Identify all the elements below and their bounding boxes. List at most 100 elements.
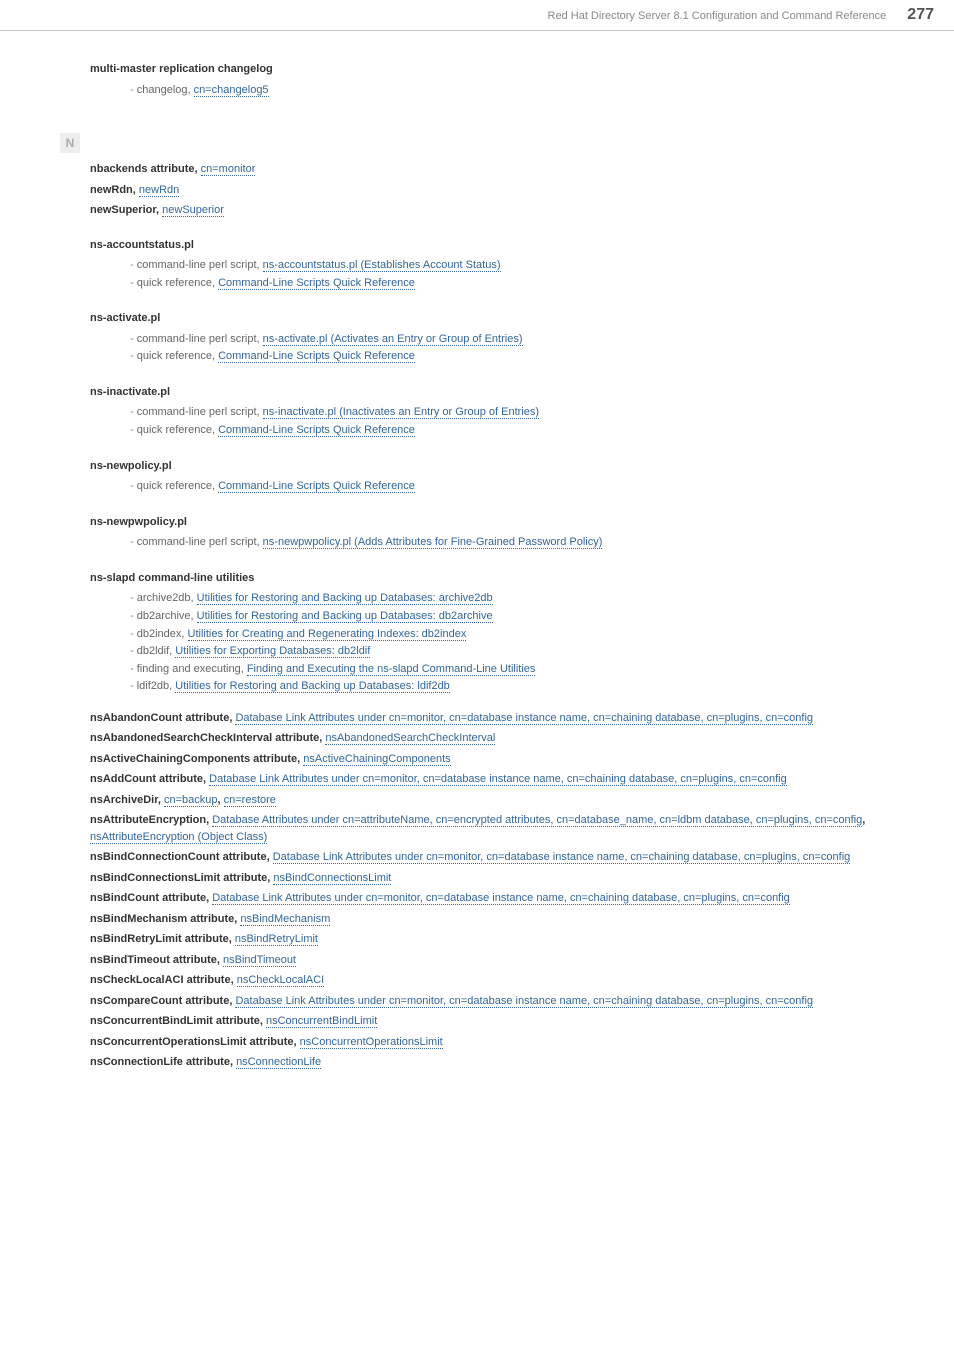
index-entry: nsArchiveDir, cn=backup, cn=restore xyxy=(90,792,894,809)
index-entry-title: nsConcurrentOperationsLimit attribute, xyxy=(90,1036,300,1048)
index-entry-line: ns-newpolicy.pl xyxy=(90,458,894,475)
index-link[interactable]: newSuperior xyxy=(162,204,224,217)
index-entry-line: newSuperior, newSuperior xyxy=(90,202,894,219)
index-entry: nsActiveChainingComponents attribute, ns… xyxy=(90,751,894,768)
index-link[interactable]: cn=changelog5 xyxy=(194,84,269,97)
index-link[interactable]: Database Link Attributes under cn=monito… xyxy=(235,995,813,1008)
list-item: archive2db, Utilities for Restoring and … xyxy=(130,590,894,608)
index-link[interactable]: Finding and Executing the ns-slapd Comma… xyxy=(247,663,536,676)
index-entry: newRdn, newRdn xyxy=(90,182,894,199)
sub-list: command-line perl script, ns-inactivate.… xyxy=(130,404,894,439)
index-entry: ns-slapd command-line utilities archive2d… xyxy=(90,570,894,696)
index-entry-title: nsConnectionLife attribute, xyxy=(90,1056,236,1068)
index-link[interactable]: ns-newpwpolicy.pl (Adds Attributes for F… xyxy=(263,536,603,549)
index-entry: nsBindTimeout attribute, nsBindTimeout xyxy=(90,952,894,969)
index-entry-title: nsAbandonedSearchCheckInterval attribute… xyxy=(90,732,325,744)
separator: , xyxy=(218,794,224,806)
index-entry: nsAddCount attribute, Database Link Attr… xyxy=(90,771,894,788)
index-link[interactable]: Database Link Attributes under cn=monito… xyxy=(212,892,790,905)
header-bar: Red Hat Directory Server 8.1 Configurati… xyxy=(0,0,954,31)
sub-item-text: quick reference, xyxy=(137,424,218,436)
index-entry-title: ns-newpwpolicy.pl xyxy=(90,516,187,528)
index-link[interactable]: Command-Line Scripts Quick Reference xyxy=(218,350,415,363)
index-entry-line: nsBindConnectionCount attribute, Databas… xyxy=(90,849,894,866)
index-entry-line: ns-accountstatus.pl xyxy=(90,237,894,254)
index-link[interactable]: cn=backup xyxy=(164,794,218,807)
index-link[interactable]: Command-Line Scripts Quick Reference xyxy=(218,480,415,493)
index-entry-title: ns-inactivate.pl xyxy=(90,386,170,398)
sub-item-text: quick reference, xyxy=(137,277,218,289)
index-link[interactable]: Utilities for Restoring and Backing up D… xyxy=(197,592,493,605)
index-entry-line: nbackends attribute, cn=monitor xyxy=(90,161,894,178)
index-link[interactable]: Database Attributes under cn=attributeNa… xyxy=(212,814,862,827)
index-link[interactable]: Database Link Attributes under cn=monito… xyxy=(209,773,787,786)
index-entry-line: nsAbandonCount attribute, Database Link … xyxy=(90,710,894,727)
index-entry-title: nsBindConnectionsLimit attribute, xyxy=(90,872,273,884)
index-entry: nsCompareCount attribute, Database Link … xyxy=(90,993,894,1010)
index-entry-title: multi-master replication changelog xyxy=(90,63,273,75)
index-entry: nsBindMechanism attribute, nsBindMechani… xyxy=(90,911,894,928)
sub-item-text: command-line perl script, xyxy=(137,536,263,548)
index-link[interactable]: Utilities for Restoring and Backing up D… xyxy=(175,680,450,693)
index-link[interactable]: Utilities for Restoring and Backing up D… xyxy=(197,610,493,623)
index-link[interactable]: nsBindMechanism xyxy=(240,913,330,926)
index-link[interactable]: Database Link Attributes under cn=monito… xyxy=(273,851,851,864)
list-item: db2archive, Utilities for Restoring and … xyxy=(130,608,894,626)
index-link[interactable]: nsBindTimeout xyxy=(223,954,296,967)
index-entry-line: nsBindConnectionsLimit attribute, nsBind… xyxy=(90,870,894,887)
index-entry-line: ns-newpwpolicy.pl xyxy=(90,514,894,531)
index-link[interactable]: nsConcurrentBindLimit xyxy=(266,1015,377,1028)
index-link[interactable]: newRdn xyxy=(139,184,179,197)
index-link[interactable]: nsCheckLocalACI xyxy=(237,974,324,987)
index-link[interactable]: Database Link Attributes under cn=monito… xyxy=(235,712,813,725)
index-entry-line: ns-slapd command-line utilities xyxy=(90,570,894,587)
index-entry: nsBindConnectionCount attribute, Databas… xyxy=(90,849,894,866)
index-link[interactable]: nsConnectionLife xyxy=(236,1056,321,1069)
index-entry-title: nsConcurrentBindLimit attribute, xyxy=(90,1015,266,1027)
index-entry-line: nsActiveChainingComponents attribute, ns… xyxy=(90,751,894,768)
index-entry: nsBindRetryLimit attribute, nsBindRetryL… xyxy=(90,931,894,948)
index-link[interactable]: Utilities for Creating and Regenerating … xyxy=(188,628,467,641)
index-link[interactable]: nsBindConnectionsLimit xyxy=(273,872,391,885)
sub-list: command-line perl script, ns-accountstat… xyxy=(130,257,894,292)
alpha-section-letter: N xyxy=(60,133,80,153)
index-entry-title: nsBindCount attribute, xyxy=(90,892,212,904)
index-entry-line: ns-activate.pl xyxy=(90,310,894,327)
sub-item-text: command-line perl script, xyxy=(137,333,263,345)
index-entry-title: nsBindMechanism attribute, xyxy=(90,913,240,925)
index-entry-title: ns-accountstatus.pl xyxy=(90,239,194,251)
sub-item-text: archive2db, xyxy=(137,592,197,604)
sub-item-text: finding and executing, xyxy=(137,663,247,675)
index-entry: ns-accountstatus.pl command-line perl scr… xyxy=(90,237,894,293)
index-link[interactable]: ns-activate.pl (Activates an Entry or Gr… xyxy=(263,333,523,346)
list-item: quick reference, Command-Line Scripts Qu… xyxy=(130,422,894,440)
index-link[interactable]: Command-Line Scripts Quick Reference xyxy=(218,424,415,437)
index-entry-line: nsCompareCount attribute, Database Link … xyxy=(90,993,894,1010)
sub-item-text: db2index, xyxy=(137,628,188,640)
index-link[interactable]: Command-Line Scripts Quick Reference xyxy=(218,277,415,290)
index-link[interactable]: Utilities for Exporting Databases: db2ld… xyxy=(175,645,370,658)
index-entry-title: nsAbandonCount attribute, xyxy=(90,712,235,724)
index-entry-line: nsAttributeEncryption, Database Attribut… xyxy=(90,812,894,845)
index-entry-line: nsCheckLocalACI attribute, nsCheckLocalA… xyxy=(90,972,894,989)
index-entry-line: nsConcurrentBindLimit attribute, nsConcu… xyxy=(90,1013,894,1030)
list-item: db2ldif, Utilities for Exporting Databas… xyxy=(130,643,894,661)
list-item: changelog, cn=changelog5 xyxy=(130,82,894,100)
index-link[interactable]: cn=monitor xyxy=(201,163,256,176)
index-entry-line: nsBindTimeout attribute, nsBindTimeout xyxy=(90,952,894,969)
sub-item-text: db2archive, xyxy=(137,610,197,622)
index-link[interactable]: cn=restore xyxy=(224,794,276,807)
index-entry-title: nsArchiveDir, xyxy=(90,794,164,806)
index-link[interactable]: nsAttributeEncryption (Object Class) xyxy=(90,831,267,844)
breadcrumb: Red Hat Directory Server 8.1 Configurati… xyxy=(548,10,887,22)
index-link[interactable]: nsActiveChainingComponents xyxy=(303,753,450,766)
index-link[interactable]: ns-accountstatus.pl (Establishes Account… xyxy=(263,259,501,272)
index-entry-line: nsBindRetryLimit attribute, nsBindRetryL… xyxy=(90,931,894,948)
index-entry-line: nsConnectionLife attribute, nsConnection… xyxy=(90,1054,894,1071)
index-link[interactable]: ns-inactivate.pl (Inactivates an Entry o… xyxy=(263,406,539,419)
index-link[interactable]: nsAbandonedSearchCheckInterval xyxy=(325,732,495,745)
index-entry-line: nsAddCount attribute, Database Link Attr… xyxy=(90,771,894,788)
index-link[interactable]: nsConcurrentOperationsLimit xyxy=(300,1036,443,1049)
index-link[interactable]: nsBindRetryLimit xyxy=(235,933,318,946)
index-entry: nsConnectionLife attribute, nsConnection… xyxy=(90,1054,894,1071)
